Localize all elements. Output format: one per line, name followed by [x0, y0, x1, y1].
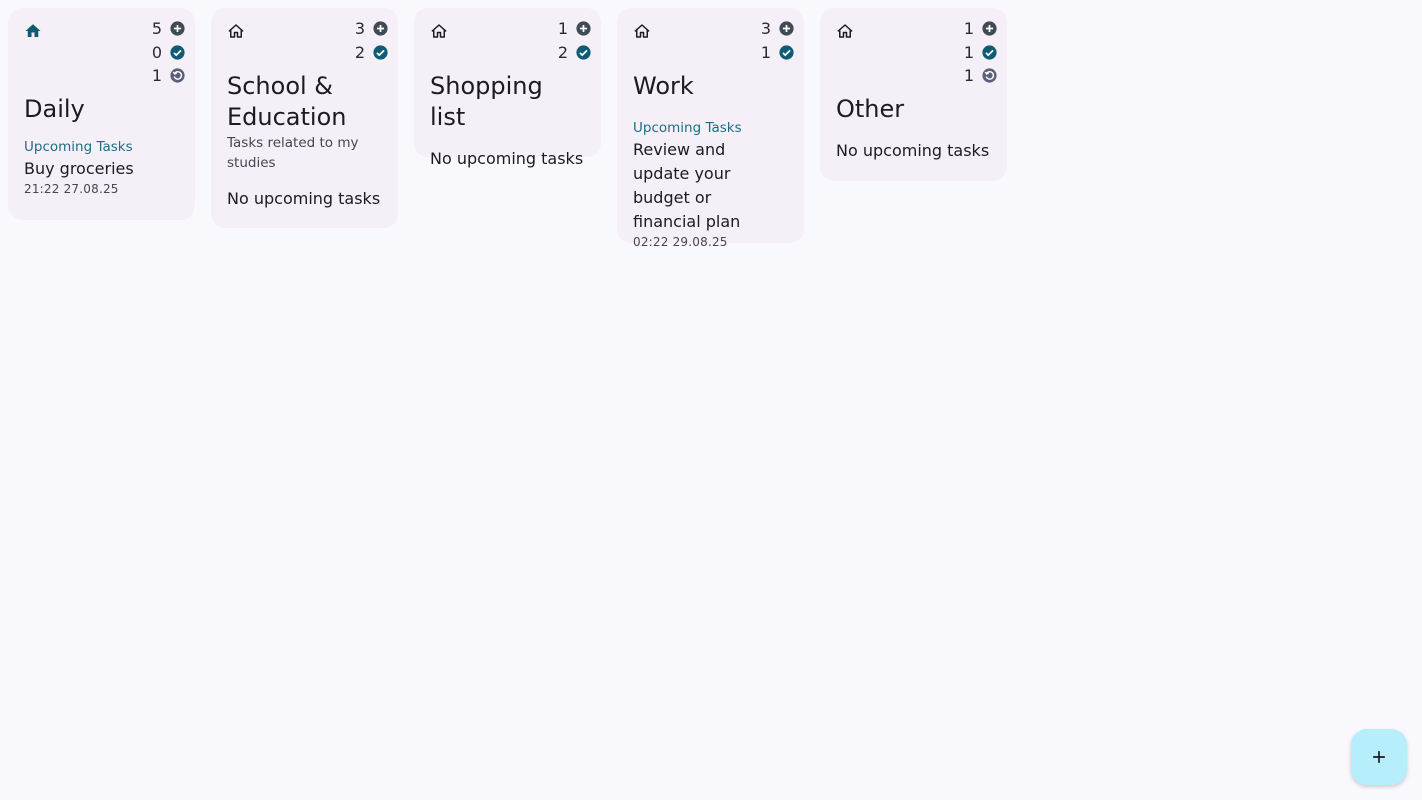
category-card-other[interactable]: 1 1 1 Other No upcoming tasks [820, 8, 1007, 181]
task-time: 02:22 29.08.25 [633, 235, 728, 249]
open-count: 1 [963, 19, 974, 39]
task-counters: 1 2 [558, 17, 592, 64]
home-outline-icon [227, 22, 245, 40]
history-circle-icon [170, 68, 185, 83]
task-counters: 3 1 [761, 17, 795, 64]
recurring-count: 1 [963, 66, 974, 86]
category-title: School & Education [227, 72, 347, 131]
add-category-button[interactable] [1351, 729, 1407, 785]
task-title[interactable]: Review and update your budget or financi… [633, 138, 783, 234]
add-circle-icon [576, 21, 591, 36]
recurring-counter: 1 [152, 64, 186, 88]
open-counter: 1 [964, 17, 998, 41]
open-counter: 3 [355, 17, 389, 41]
done-count: 1 [963, 42, 974, 62]
no-upcoming-tasks: No upcoming tasks [227, 189, 381, 208]
add-circle-icon [170, 21, 185, 36]
plus-icon [1373, 751, 1385, 763]
upcoming-tasks-label: Upcoming Tasks [633, 120, 742, 136]
category-title: Daily [24, 95, 85, 123]
done-count: 1 [760, 42, 771, 62]
task-counters: 3 2 [355, 17, 389, 64]
check-circle-icon [576, 45, 591, 60]
open-counter: 5 [152, 17, 186, 41]
category-title: Other [836, 95, 905, 123]
done-counter: 2 [355, 41, 389, 65]
add-circle-icon [779, 21, 794, 36]
done-counter: 1 [761, 41, 795, 65]
category-description: Tasks related to my studies [227, 135, 359, 171]
upcoming-tasks-label: Upcoming Tasks [24, 139, 133, 155]
category-title: Work [633, 72, 694, 100]
history-circle-icon [982, 68, 997, 83]
done-counter: 0 [152, 41, 186, 65]
home-outline-icon [633, 22, 651, 40]
home-outline-icon [836, 22, 854, 40]
no-upcoming-tasks: No upcoming tasks [836, 141, 990, 160]
add-circle-icon [373, 21, 388, 36]
check-circle-icon [982, 45, 997, 60]
category-card-work[interactable]: 3 1 Work Upcoming Tasks Review and updat… [617, 8, 804, 249]
category-title: Shopping list [430, 72, 543, 131]
done-count: 2 [354, 42, 365, 62]
open-count: 5 [151, 19, 162, 39]
open-counter: 3 [761, 17, 795, 41]
task-counters: 5 0 1 [152, 17, 186, 88]
done-count: 2 [557, 42, 568, 62]
home-outline-icon [430, 22, 448, 40]
category-card-shopping-list[interactable]: 1 2 Shopping list No upcoming tasks [414, 8, 601, 168]
add-circle-icon [982, 21, 997, 36]
no-upcoming-tasks: No upcoming tasks [430, 149, 584, 168]
recurring-counter: 1 [964, 64, 998, 88]
task-counters: 1 1 1 [964, 17, 998, 88]
home-filled-icon [24, 22, 42, 40]
open-counter: 1 [558, 17, 592, 41]
done-counter: 2 [558, 41, 592, 65]
task-title[interactable]: Buy groceries [24, 157, 179, 181]
open-count: 1 [557, 19, 568, 39]
check-circle-icon [373, 45, 388, 60]
done-count: 0 [151, 42, 162, 62]
category-card-school-education[interactable]: 3 2 School & Education Tasks related to … [211, 8, 398, 228]
recurring-count: 1 [151, 66, 162, 86]
category-card-daily[interactable]: 5 0 1 Daily Upcoming Tasks Buy groceries… [8, 8, 195, 220]
open-count: 3 [354, 19, 365, 39]
done-counter: 1 [964, 41, 998, 65]
check-circle-icon [170, 45, 185, 60]
task-time: 21:22 27.08.25 [24, 182, 119, 196]
open-count: 3 [760, 19, 771, 39]
check-circle-icon [779, 45, 794, 60]
